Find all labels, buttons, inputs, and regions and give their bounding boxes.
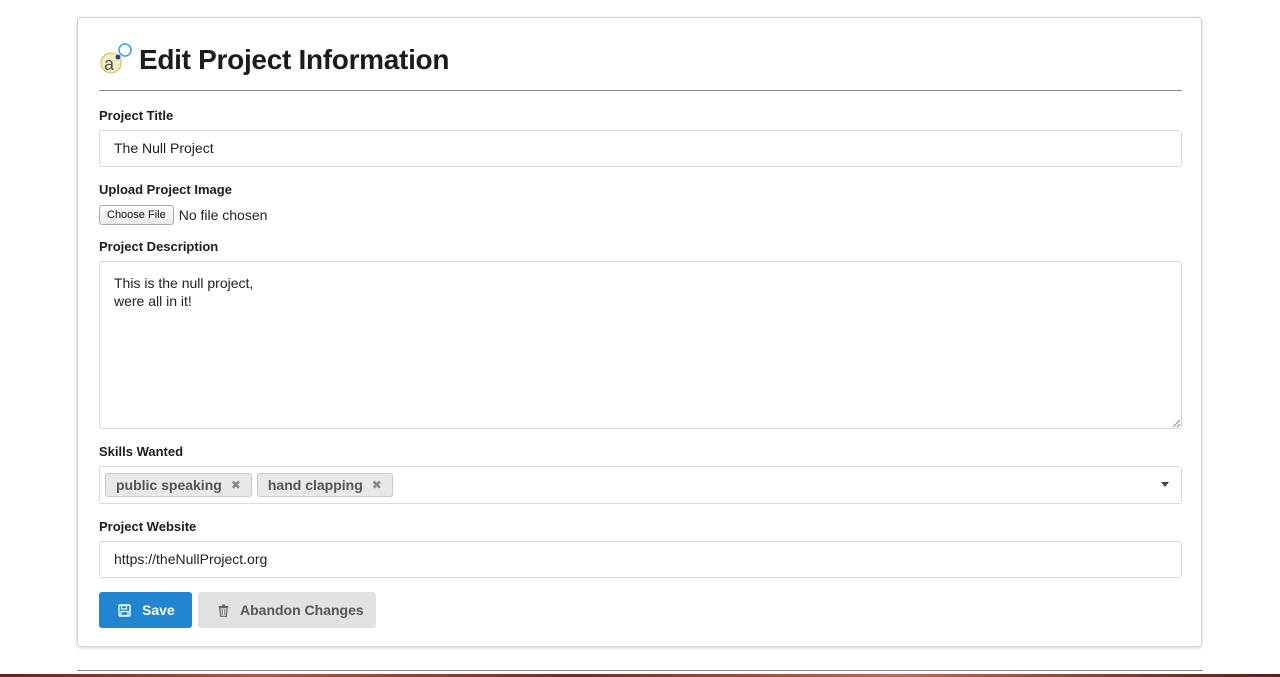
project-title-input[interactable]: The Null Project: [99, 130, 1182, 167]
header-divider: [99, 90, 1182, 91]
edit-project-card: a Edit Project Information Project Title…: [77, 17, 1202, 647]
footer-divider: [77, 670, 1203, 671]
floppy-disk-icon: [118, 603, 131, 617]
project-website-label: Project Website: [99, 519, 197, 534]
svg-text:a: a: [104, 54, 115, 74]
abandon-changes-button[interactable]: Abandon Changes: [198, 592, 376, 628]
file-status: No file chosen: [178, 207, 268, 223]
save-button-label: Save: [142, 602, 175, 618]
page-title: Edit Project Information: [139, 44, 450, 75]
skills-wanted-label: Skills Wanted: [99, 444, 184, 459]
skills-multiselect[interactable]: public speaking ✖ hand clapping ✖: [99, 466, 1182, 504]
project-title-label: Project Title: [99, 108, 174, 123]
project-website-input[interactable]: https://theNullProject.org: [99, 541, 1182, 578]
project-description-label: Project Description: [99, 239, 219, 254]
skill-chip-label: hand clapping: [267, 477, 363, 493]
close-icon[interactable]: ✖: [372, 478, 382, 492]
project-description-input[interactable]: This is the null project, were all in it…: [99, 261, 1182, 429]
save-button[interactable]: Save: [99, 592, 192, 628]
page-header: a Edit Project Information: [99, 40, 449, 80]
caret-down-icon[interactable]: [1161, 482, 1169, 487]
skill-chip-label: public speaking: [116, 477, 222, 493]
close-icon[interactable]: ✖: [231, 478, 241, 492]
skill-chip: hand clapping ✖: [256, 473, 393, 497]
logo-icon: a: [99, 43, 133, 77]
choose-file-button[interactable]: Choose File: [99, 205, 174, 225]
trash-icon: [218, 604, 229, 617]
file-upload: Choose File No file chosen: [99, 205, 267, 225]
skill-chip: public speaking ✖: [105, 473, 252, 497]
abandon-button-label: Abandon Changes: [240, 602, 364, 618]
upload-image-label: Upload Project Image: [99, 182, 232, 197]
